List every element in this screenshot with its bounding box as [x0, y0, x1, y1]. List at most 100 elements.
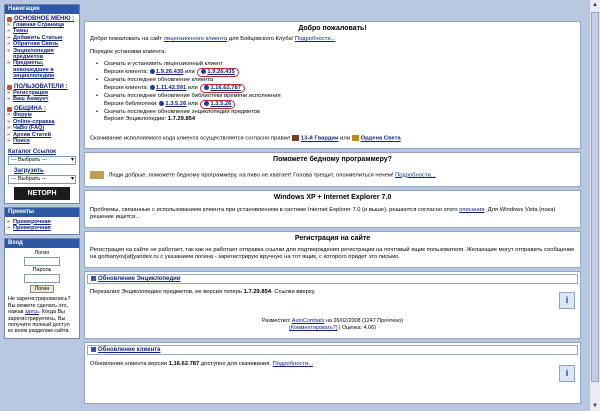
version-label: Версия клиента:	[104, 85, 149, 92]
step-1-version: Версия клиента: 1.9.26.435 или 1.9.26.43…	[100, 68, 575, 78]
main-menu-item-5[interactable]: Предметы, невошедшие в энциклопедию	[7, 60, 79, 79]
comment-link[interactable]: (Комментировать?)	[289, 325, 338, 331]
library-version-link[interactable]: 1.3.5.26	[165, 101, 186, 107]
licensed-client-link[interactable]: лицензионного клиента	[164, 36, 227, 42]
beer-icon	[90, 170, 104, 179]
ie7-text: Проблемы, связанные с использованием кли…	[90, 207, 458, 214]
intro-text: Добро пожаловать на сайт	[90, 36, 163, 42]
login-header: Вход	[5, 239, 79, 249]
step-2: Скачать последнее обновление клиента	[96, 77, 575, 84]
ie7-panel: Windows XP + Internet Explorer 7.0 Пробл…	[84, 190, 581, 229]
banner[interactable]: NETOPH	[14, 186, 70, 200]
community-menu-item-4[interactable]: Поиск	[7, 138, 79, 145]
version-label: Версия клиента:	[104, 69, 149, 76]
step-4-version: Версия Энциклопедии: 1.7.29.854	[100, 116, 575, 123]
update-version-link[interactable]: 1.11.42.591	[156, 85, 186, 91]
help-text: Люди добрые, поможете бедному программер…	[108, 172, 394, 179]
welcome-panel: Добро пожаловать! Добро пожаловать на са…	[84, 21, 581, 149]
catalog-link[interactable]: Каталог Ссылок	[8, 149, 79, 155]
news-2-text: Обновление клиента версии	[90, 361, 167, 368]
catalog-select[interactable]: --- Выбрать ---	[8, 155, 76, 165]
intro-more-link[interactable]: Подробности...	[295, 36, 335, 42]
news-client-update: Обновление клиента Обновление клиента ве…	[84, 342, 581, 405]
author-link[interactable]: AutoCombats	[292, 318, 325, 324]
version-label: Версия Энциклопедии:	[104, 116, 167, 123]
password-label: Пароль	[32, 267, 52, 274]
client-version-link[interactable]: 1.9.26.435	[156, 69, 183, 75]
welcome-title: Добро пожаловать!	[298, 25, 367, 32]
news-1-text: Перезалил Энциклопедию предметов, ее вер…	[90, 289, 243, 296]
news-1-title[interactable]: Обновление Энциклопедии	[98, 276, 181, 282]
downloads-link[interactable]: Загрузить	[14, 168, 79, 174]
client-version-alt-link[interactable]: 1.9.26.435	[207, 69, 234, 75]
news-2-title[interactable]: Обновление клиента	[98, 347, 160, 353]
ie7-description-link[interactable]: описания	[459, 207, 484, 213]
left-sidebar: Навигация ОСНОВНОЕ МЕНЮ : Главная Страни…	[4, 4, 80, 342]
news-encyclopedia: Обновление Энциклопедии Перезалил Энцикл…	[84, 271, 581, 340]
news-1-header: Обновление Энциклопедии	[87, 274, 578, 285]
login-label: Логин	[34, 250, 50, 257]
scrollbar[interactable]: ▲ ▼	[589, 0, 600, 411]
users-menu-item-1[interactable]: Ваш Аккаунт	[7, 96, 79, 103]
update-version-alt-link[interactable]: 1.16.62.787	[210, 85, 241, 91]
post-date: на 26/02/2008 (1247 Прочтено)	[326, 318, 403, 325]
news-icon	[91, 347, 96, 353]
projects-item-1[interactable]: Примерочная	[7, 225, 79, 232]
scroll-thumb[interactable]	[591, 12, 599, 382]
step-4: Скачать последнее обновление энциклопеди…	[96, 109, 575, 116]
guard-icon	[291, 135, 299, 142]
step-3-version: Версия библиотеки: 1.3.5.26 или 1.3.5.26	[100, 100, 575, 110]
globe-icon	[159, 101, 165, 107]
step-1: Скачать и установить лицензионный клиент	[96, 61, 575, 68]
register-note: Не зарегистрировались? Вы можете сделать…	[5, 295, 79, 337]
info-icon[interactable]: i	[559, 365, 575, 383]
step-3: Скачать последнее обновление библиотеки …	[96, 93, 575, 100]
info-icon[interactable]: i	[559, 292, 575, 310]
rating-text: | Оценка: 4.66)	[339, 324, 376, 331]
login-button[interactable]: Логин	[29, 285, 55, 294]
step-2-version: Версия клиента: 1.11.42.591 или 1.16.62.…	[100, 84, 575, 94]
help-title: Поможете бедному программеру?	[273, 155, 392, 163]
scroll-down-icon[interactable]: ▼	[590, 401, 600, 411]
ie7-title: Windows XP + Internet Explorer 7.0	[273, 194, 392, 202]
news-1-text-2: . Ссылки вверху.	[271, 289, 316, 296]
welcome-intro: Добро пожаловать на сайт лицензионного к…	[90, 36, 575, 43]
welcome-footer: Скачивание исполняемого кода клиента осу…	[90, 135, 575, 145]
login-box: Вход Логин Пароль Логин Не зарегистриров…	[4, 238, 80, 339]
guard-13-link[interactable]: 13-й Гвардии	[301, 136, 339, 142]
help-panel: Поможете бедному программеру? Люди добры…	[84, 151, 581, 188]
register-text: Регистрация на сайте не работает, так ка…	[90, 247, 575, 261]
news-2-more-link[interactable]: Подробности...	[273, 361, 313, 367]
light-order-link[interactable]: Ордена Света	[361, 136, 401, 142]
or-text: или	[187, 101, 198, 108]
light-order-icon	[351, 135, 359, 142]
projects-box: Проекты ПримерочнаяПримерочная	[4, 206, 80, 236]
register-here-link[interactable]: здесь	[25, 309, 39, 315]
or-text: или	[187, 85, 198, 92]
globe-icon	[204, 101, 210, 107]
nav-box: Навигация ОСНОВНОЕ МЕНЮ : Главная Страни…	[4, 4, 80, 204]
or-text: или	[340, 135, 351, 142]
library-version-alt-link[interactable]: 1.3.5.26	[210, 101, 231, 107]
or-text: или	[184, 69, 195, 76]
nav-header: Навигация	[5, 5, 79, 14]
main-menu-item-4[interactable]: Энциклопедия предметов	[7, 48, 79, 61]
encyclopedia-version: 1.7.29.854	[167, 116, 196, 123]
news-2-body: Обновление клиента версии 1.16.62.787 до…	[85, 357, 580, 371]
news-icon	[91, 276, 96, 282]
register-panel: Регистрация на сайте Регистрация на сайт…	[84, 231, 581, 269]
help-more-link[interactable]: Подробности...	[395, 172, 435, 178]
install-order: Порядок установки клиента:	[90, 49, 166, 55]
password-input[interactable]	[24, 274, 60, 284]
downloads-select[interactable]: --- Выбрать ---	[8, 174, 76, 184]
register-title: Регистрация на сайте	[294, 235, 371, 243]
news-2-version: 1.16.62.787	[168, 361, 200, 368]
scroll-up-icon[interactable]: ▲	[590, 0, 600, 10]
news-1-version: 1.7.29.854	[243, 289, 272, 296]
news-1-body: Перезалил Энциклопедию предметов, ее вер…	[85, 286, 580, 299]
footer-text: Скачивание исполняемого кода клиента осу…	[90, 135, 291, 142]
main-content: Добро пожаловать! Добро пожаловать на са…	[84, 21, 581, 407]
globe-icon	[201, 69, 207, 74]
intro-text-2: для Бойцовского Клуба!	[228, 36, 294, 42]
login-input[interactable]	[24, 257, 60, 267]
